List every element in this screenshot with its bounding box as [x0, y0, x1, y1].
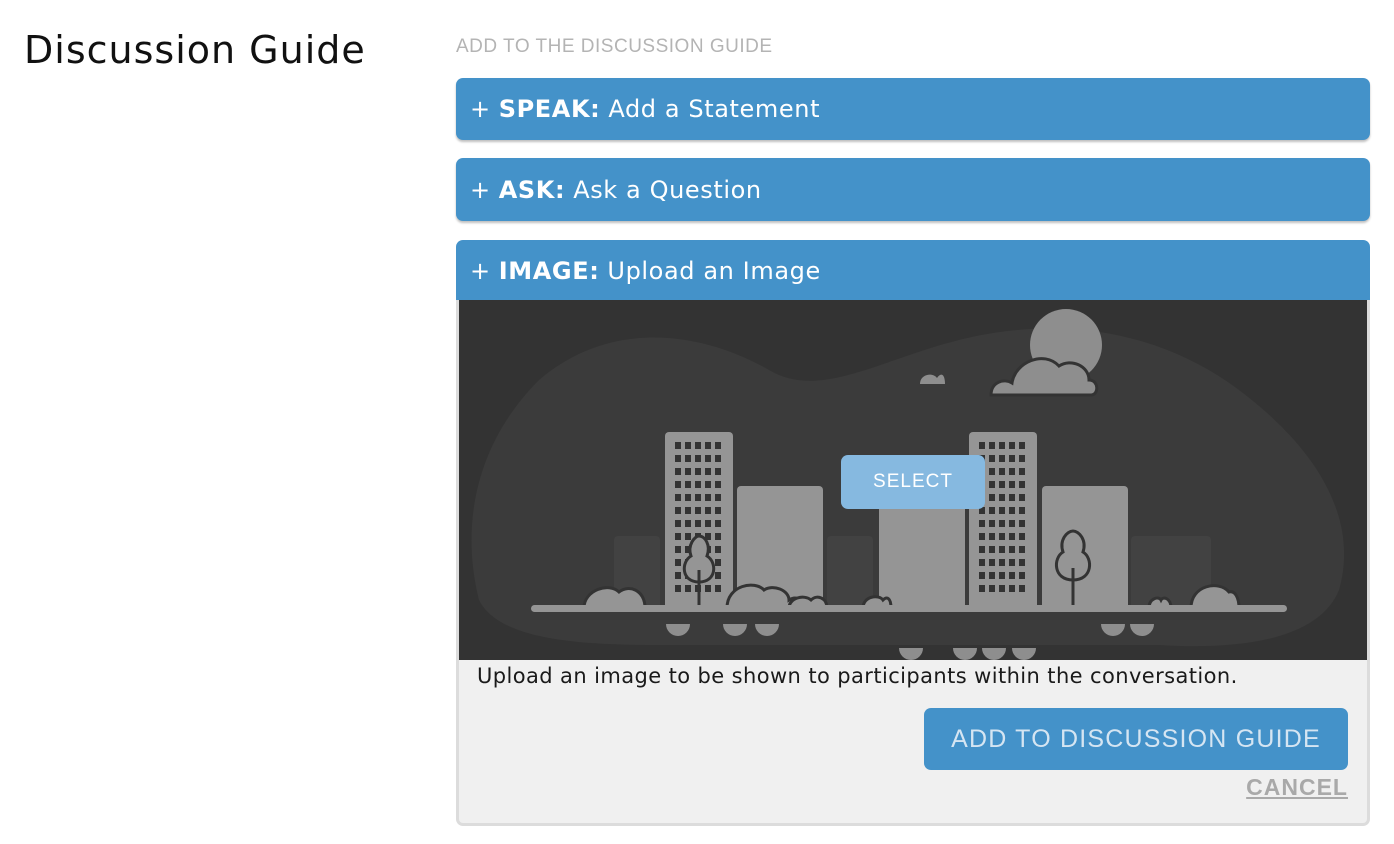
cancel-link[interactable]: CANCEL: [1246, 774, 1348, 801]
select-image-button[interactable]: SELECT: [841, 455, 985, 509]
submit-label: ADD TO DISCUSSION GUIDE: [951, 724, 1321, 753]
action-label: Add a Statement: [608, 95, 821, 123]
upload-description: Upload an image to be shown to participa…: [477, 664, 1238, 688]
add-speak-button[interactable]: + SPEAK: Add a Statement: [456, 78, 1370, 140]
action-keyword: IMAGE:: [498, 257, 600, 285]
section-label: ADD TO THE DISCUSSION GUIDE: [456, 36, 773, 57]
plus-icon: +: [470, 257, 491, 285]
image-dropzone[interactable]: SELECT: [459, 300, 1367, 660]
page-title: Discussion Guide: [24, 28, 366, 72]
image-upload-panel: SELECT Upload an image to be shown to pa…: [456, 300, 1370, 826]
add-ask-button[interactable]: + ASK: Ask a Question: [456, 158, 1370, 221]
add-image-button[interactable]: + IMAGE: Upload an Image: [456, 240, 1370, 302]
action-keyword: ASK:: [498, 175, 566, 204]
plus-icon: +: [470, 175, 491, 204]
action-label: Ask a Question: [573, 175, 762, 204]
plus-icon: +: [470, 95, 491, 123]
add-to-discussion-guide-button[interactable]: ADD TO DISCUSSION GUIDE: [924, 708, 1348, 770]
action-label: Upload an Image: [607, 257, 821, 285]
action-keyword: SPEAK:: [498, 95, 601, 123]
